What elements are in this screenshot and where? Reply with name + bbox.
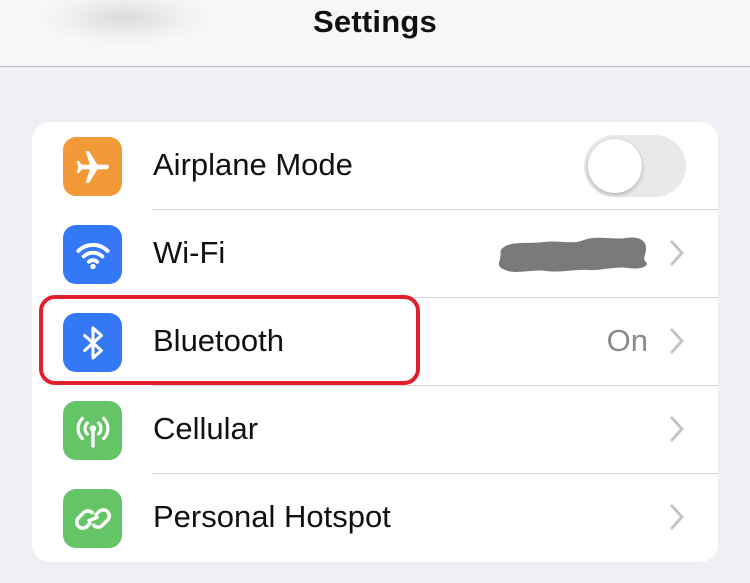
row-label: Airplane Mode: [153, 147, 353, 182]
airplane-mode-toggle[interactable]: [584, 135, 686, 197]
airplane-icon: [63, 137, 122, 196]
row-label: Wi-Fi: [153, 235, 226, 270]
bluetooth-highlight-annotation: [39, 295, 420, 385]
chevron-right-icon: [670, 328, 684, 354]
settings-row-airplane-mode[interactable]: Airplane Mode: [32, 122, 718, 210]
settings-row-personal-hotspot[interactable]: Personal Hotspot: [32, 474, 718, 562]
row-label: Personal Hotspot: [153, 499, 391, 534]
chevron-right-icon: [670, 416, 684, 442]
toggle-knob: [588, 139, 642, 193]
hotspot-link-icon: [63, 489, 122, 548]
settings-row-cellular[interactable]: Cellular: [32, 386, 718, 474]
settings-row-wifi[interactable]: Wi-Fi: [32, 210, 718, 298]
chevron-right-icon: [670, 240, 684, 266]
redacted-network-name: [498, 237, 647, 272]
page-title: Settings: [313, 4, 437, 39]
row-label: Cellular: [153, 411, 259, 446]
cellular-antenna-icon: [63, 401, 122, 460]
bluetooth-status-value: On: [606, 323, 648, 358]
wifi-icon: [63, 225, 122, 284]
chevron-right-icon: [670, 504, 684, 530]
navigation-bar: Settings: [0, 0, 750, 67]
